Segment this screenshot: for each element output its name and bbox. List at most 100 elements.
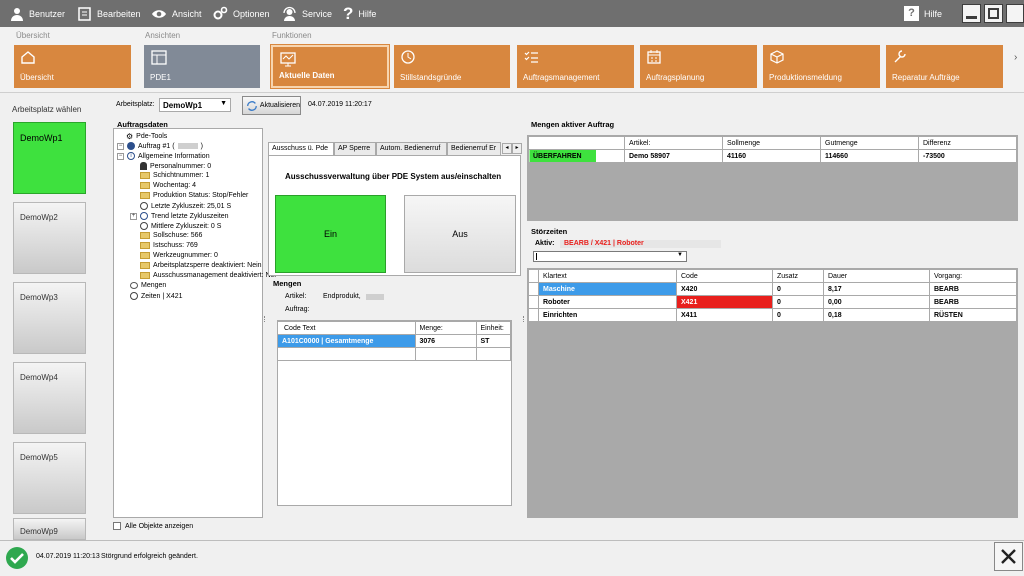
cell-klartext: Maschine [538, 282, 677, 296]
tree-item-personal[interactable]: Personalnummer: 0 [140, 162, 211, 170]
artikel-label: Artikel: [285, 293, 307, 300]
workplace-button-9[interactable]: DemoWp9 [13, 518, 86, 540]
folder-icon [140, 262, 150, 269]
tile-auftragsmanagement[interactable]: Auftragsmanagement [517, 45, 634, 88]
tile-produktionsmeldung[interactable]: Produktionsmeldung [763, 45, 880, 88]
menu-hilfe[interactable]: ? Hilfe [343, 0, 376, 27]
menu-ansicht-label: Ansicht [172, 8, 202, 19]
stoergrund-select[interactable]: ▼ [533, 251, 687, 262]
tree-item-schicht[interactable]: Schichtnummer: 1 [140, 172, 209, 179]
menu-optionen-label: Optionen [233, 8, 270, 19]
ausschuss-panel: Ausschussverwaltung über PDE System aus/… [268, 155, 521, 276]
service-icon [283, 6, 296, 21]
empty-cell [278, 347, 416, 361]
workplace-button-4[interactable]: DemoWp4 [13, 362, 86, 434]
workplace-button-1[interactable]: DemoWp1 [13, 122, 86, 194]
tree-item-pde-tools[interactable]: ⚙ Pde-Tools [126, 132, 167, 141]
tab-label: Ausschuss ü. Pde [272, 145, 329, 152]
table-row[interactable]: Maschine X420 0 8,17 BEARB [528, 282, 1017, 296]
menu-bearbeiten-label: Bearbeiten [97, 8, 141, 19]
calendar-icon [647, 50, 661, 64]
tile-stillstandsgruende[interactable]: Stillstandsgründe [394, 45, 510, 88]
tree-item-mittlere-zyklus[interactable]: Mittlere Zykluszeit: 0 S [140, 222, 221, 230]
tab-scroll-right-icon[interactable]: ▸ [512, 143, 522, 154]
mengen-title: Mengen [273, 279, 302, 288]
cell-code: X411 [676, 308, 773, 322]
tile-pde1[interactable]: PDE1 [144, 45, 260, 88]
maximize-button[interactable] [984, 4, 1003, 23]
table-row[interactable]: Einrichten X411 0 0,18 RÜSTEN [528, 308, 1017, 322]
table-row[interactable]: A101C0000 | Gesamtmenge 3076 ST [278, 334, 511, 348]
mengen-header-row: Code Text Menge: Einheit: [278, 321, 511, 335]
ausschuss-on-button[interactable]: Ein [275, 195, 386, 273]
tree-label: Zeiten | X421 [141, 292, 183, 300]
cell-dauer: 0,00 [823, 295, 930, 309]
auftrag-label: Auftrag: [285, 306, 310, 313]
tree-label: Mittlere Zykluszeit: 0 S [151, 222, 222, 230]
tree-item-wochentag[interactable]: Wochentag: 4 [140, 182, 196, 189]
tree-item-werkzeug[interactable]: Werkzeugnummer: 0 [140, 252, 218, 259]
splitter-handle-1[interactable] [264, 316, 266, 322]
help-right-button[interactable]: ? Hilfe [904, 0, 942, 27]
tile-uebersicht[interactable]: Übersicht [14, 45, 131, 88]
minimize-button[interactable] [962, 4, 981, 23]
wrench-icon [894, 50, 906, 63]
show-all-checkbox[interactable]: Alle Objekte anzeigen [113, 522, 193, 530]
cell-dauer: 0,18 [823, 308, 930, 322]
tab-ausschuss[interactable]: Ausschuss ü. Pde [268, 142, 334, 156]
menu-bearbeiten[interactable]: Bearbeiten [78, 0, 141, 27]
minimize-icon [966, 16, 977, 19]
stoerzeiten-grid: Klartext Code Zusatz Dauer Vorgang: Masc… [527, 268, 1018, 518]
tree-item-auftrag[interactable]: − Auftrag #1 () [117, 142, 203, 150]
maximize-icon [988, 8, 999, 19]
tree-item-allgemein[interactable]: − i Allgemeine Information [117, 152, 210, 160]
tree-item-sperre[interactable]: Arbeitsplatzsperre deaktiviert: Nein [140, 262, 262, 269]
splitter-handle-2[interactable] [523, 316, 525, 322]
menu-optionen[interactable]: Optionen [213, 0, 270, 27]
tree-item-istschuss[interactable]: Istschuss: 769 [140, 242, 198, 249]
tree-item-sollschuse[interactable]: Sollschuse: 566 [140, 232, 202, 239]
refresh-button[interactable]: Aktualisieren [242, 96, 301, 115]
tree-item-mengen[interactable]: Mengen [130, 282, 166, 289]
close-window-button[interactable] [1006, 4, 1024, 23]
tile-auftragsplanung[interactable]: Auftragsplanung [640, 45, 757, 88]
menu-ansicht[interactable]: Ansicht [151, 0, 202, 27]
tree-label: Mengen [141, 282, 167, 289]
col-header: Gutmenge [820, 136, 919, 150]
table-row[interactable]: Roboter X421 0 0,00 BEARB [528, 295, 1017, 309]
tree-item-zeiten[interactable]: Zeiten | X421 [130, 292, 183, 300]
table-row-empty[interactable] [278, 347, 511, 361]
empty-cell [414, 347, 477, 361]
workplace-select[interactable]: DemoWp1 ▼ [159, 98, 231, 112]
menu-service[interactable]: Service [282, 0, 332, 27]
group-label-uebersicht: Übersicht [16, 31, 50, 40]
tree-item-ausschuss[interactable]: Ausschussmanagement deaktiviert: Nei [140, 272, 276, 279]
tile-aktuelle-daten[interactable]: Aktuelle Daten [271, 45, 389, 88]
cell-differenz: -73500 [918, 149, 1017, 163]
text-cursor [536, 253, 537, 260]
edit-icon [78, 6, 91, 21]
menu-benutzer[interactable]: Benutzer [10, 0, 65, 27]
workplace-button-2[interactable]: DemoWp2 [13, 202, 86, 274]
checklist-icon [524, 51, 538, 63]
tab-autom-bedienerruf[interactable]: Autom. Bedienerruf [376, 142, 447, 155]
dismiss-status-button[interactable] [994, 542, 1023, 571]
tree-item-status[interactable]: Produktion Status: Stop/Fehler [140, 192, 248, 199]
tree-item-trend[interactable]: + Trend letzte Zykluszeiten [130, 212, 229, 220]
cell-menge: 3076 [414, 334, 477, 348]
workplace-button-3[interactable]: DemoWp3 [13, 282, 86, 354]
table-row[interactable]: ÜBERFAHREN Demo 58907 41160 114660 -7350… [528, 149, 1017, 163]
row-indicator-cell [528, 282, 539, 296]
tab-bedienerruf[interactable]: Bedienerruf Er [447, 142, 501, 155]
col-header [528, 136, 625, 150]
tab-scroll-left-icon[interactable]: ◂ [502, 143, 512, 154]
ribbon-scroll-right-icon[interactable]: › [1014, 52, 1017, 63]
user-icon [11, 7, 23, 21]
ausschuss-off-label: Aus [452, 229, 468, 239]
tile-reparatur-auftraege[interactable]: Reparatur Aufträge [886, 45, 1003, 88]
ausschuss-off-button[interactable]: Aus [404, 195, 516, 273]
col-header: Code Text [278, 321, 416, 335]
tab-ap-sperre[interactable]: AP Sperre [334, 142, 376, 155]
workplace-button-5[interactable]: DemoWp5 [13, 442, 86, 514]
tree-item-letzte-zyklus[interactable]: Letzte Zykluszeit: 25,01 S [140, 202, 231, 210]
